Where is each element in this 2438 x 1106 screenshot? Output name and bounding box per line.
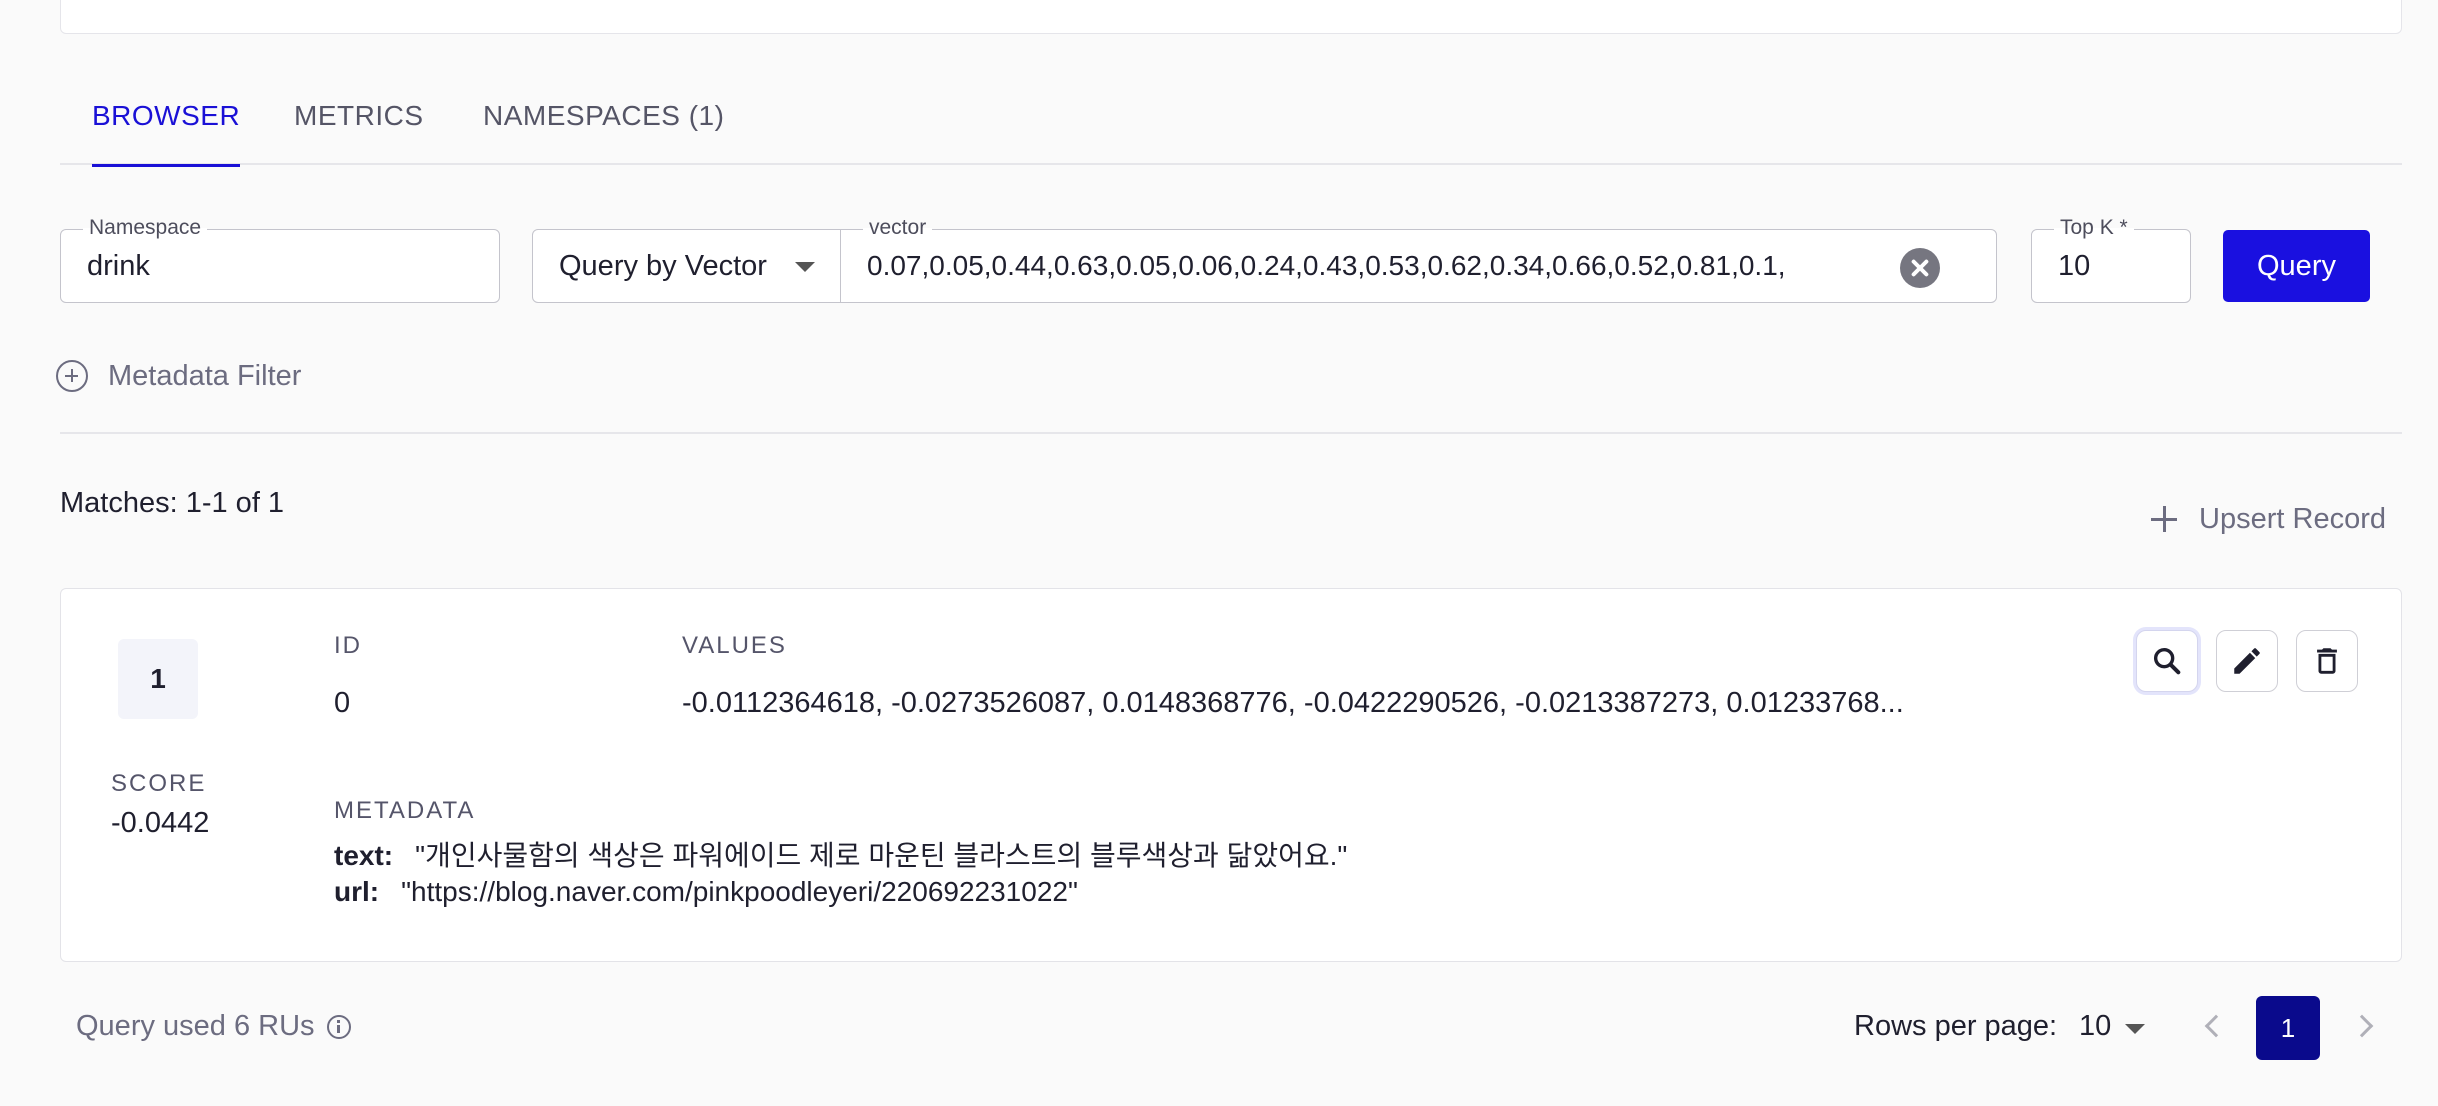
divider (60, 432, 2402, 434)
vector-input[interactable]: 0.07,0.05,0.44,0.63,0.05,0.06,0.24,0.43,… (867, 230, 1846, 302)
namespace-field[interactable]: Namespace drink (60, 216, 500, 303)
upsert-record-button[interactable]: Upsert Record (2151, 498, 2386, 540)
rows-per-page-label: Rows per page: (1854, 1010, 2058, 1042)
query-button[interactable]: Query (2223, 230, 2370, 302)
edit-record-button[interactable] (2216, 630, 2278, 692)
query-mode-value: Query by Vector (559, 249, 767, 282)
tab-metrics[interactable]: METRICS (294, 80, 424, 165)
score-value: -0.0442 (111, 807, 210, 839)
rows-per-page-value: 10 (2079, 1010, 2112, 1042)
next-page-icon[interactable] (2350, 1014, 2374, 1038)
plus-icon (2151, 506, 2178, 532)
search-icon (2153, 647, 2181, 675)
matches-count: Matches: 1-1 of 1 (60, 487, 285, 519)
metadata-text-key: text: (334, 840, 394, 871)
metadata-url-row: url: "https://blog.naver.com/pinkpoodleye… (334, 876, 1078, 908)
record-rank: 1 (118, 639, 198, 719)
view-record-button[interactable] (2136, 630, 2198, 692)
values-value: -0.0112364618, -0.0273526087, 0.01483687… (682, 687, 1904, 719)
metadata-text-value: "개인사물함의 색상은 파워에이드 제로 마운틴 블라스트의 블루색상과 닮았어… (415, 840, 1348, 871)
pencil-icon (2234, 648, 2260, 674)
upsert-record-label: Upsert Record (2199, 502, 2386, 535)
chevron-down-icon (2125, 1024, 2145, 1034)
ru-usage-text: Query used 6 RUs (76, 1010, 315, 1042)
metadata-label: METADATA (334, 797, 476, 824)
tab-bar: BROWSER METRICS NAMESPACES (1) (60, 80, 2402, 167)
vector-field[interactable]: vector 0.07,0.05,0.44,0.63,0.05,0.06,0.2… (840, 216, 1997, 303)
prev-page-icon[interactable] (2204, 1014, 2228, 1038)
query-mode-select[interactable]: Query by Vector (532, 229, 842, 303)
page-button-current[interactable]: 1 (2256, 996, 2320, 1060)
id-label: ID (334, 632, 362, 659)
info-icon[interactable] (326, 1014, 351, 1039)
trash-icon (2317, 648, 2337, 674)
add-circle-icon (56, 360, 88, 392)
score-label: SCORE (111, 770, 207, 797)
top-card (60, 0, 2402, 34)
topk-value: 10 (2058, 249, 2091, 282)
chevron-down-icon (795, 262, 815, 272)
values-label: VALUES (682, 632, 787, 659)
metadata-text-row: text: "개인사물함의 색상은 파워에이드 제로 마운틴 블라스트의 블루색상… (334, 834, 1347, 874)
metadata-filter-label: Metadata Filter (108, 359, 302, 392)
topk-field[interactable]: Top K * 10 (2031, 216, 2191, 303)
namespace-value: drink (87, 249, 150, 282)
metadata-filter-button[interactable]: Metadata Filter (56, 355, 301, 397)
metadata-url-key: url: (334, 876, 380, 907)
clear-icon[interactable] (1900, 248, 1940, 288)
ru-usage: Query used 6 RUs (76, 1010, 351, 1043)
delete-record-button[interactable] (2296, 630, 2358, 692)
id-value: 0 (334, 687, 351, 719)
record-card: 1 SCORE -0.0442 ID 0 VALUES -0.011236461… (60, 588, 2402, 962)
metadata-url-value: "https://blog.naver.com/pinkpoodleyeri/2… (401, 876, 1078, 907)
tab-browser[interactable]: BROWSER (92, 80, 241, 167)
rows-per-page-select[interactable]: 10 (2079, 1010, 2145, 1043)
tab-namespaces[interactable]: NAMESPACES (1) (483, 80, 724, 165)
